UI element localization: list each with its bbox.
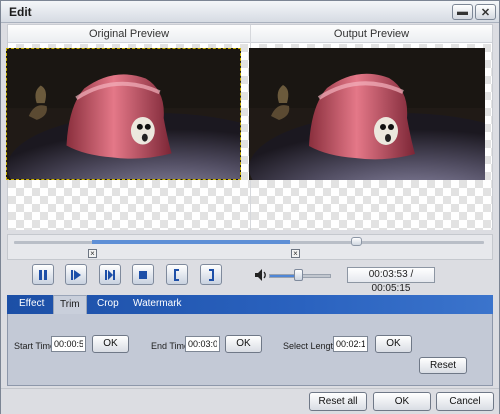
minimize-button[interactable]: ▬	[452, 4, 473, 20]
play-button[interactable]	[65, 264, 87, 285]
time-display: 00:03:53 / 00:05:15	[347, 267, 435, 294]
close-button[interactable]: ✕	[475, 4, 496, 20]
dialog-footer: Reset all OK Cancel	[1, 388, 499, 414]
start-time-ok-button[interactable]: OK	[92, 335, 129, 353]
next-frame-icon	[105, 269, 115, 280]
end-time-ok-button[interactable]: OK	[225, 335, 262, 353]
stop-button[interactable]	[132, 264, 154, 285]
output-frame-image	[249, 48, 485, 180]
end-time-label: End Time	[151, 341, 190, 351]
volume-slider-thumb[interactable]	[294, 269, 303, 281]
window-title: Edit	[9, 5, 32, 19]
original-preview-label: Original Preview	[88, 28, 170, 40]
timeline[interactable]: × ×	[7, 234, 493, 260]
start-time-input[interactable]	[51, 336, 86, 352]
output-preview-label: Output Preview	[333, 28, 410, 40]
tab-crop[interactable]: Crop	[91, 295, 125, 314]
ok-button[interactable]: OK	[373, 392, 431, 411]
select-length-input[interactable]	[333, 336, 368, 352]
right-bracket-icon	[209, 268, 214, 281]
edit-window: Edit ▬ ✕ Original Preview Output Preview	[0, 0, 500, 414]
set-start-button[interactable]	[166, 264, 188, 285]
volume-icon[interactable]	[254, 268, 268, 282]
end-time-input[interactable]	[185, 336, 220, 352]
playhead-handle[interactable]	[351, 237, 362, 246]
trim-panel: Start Time OK End Time OK Select Length …	[7, 314, 493, 386]
reset-button[interactable]: Reset	[419, 357, 467, 374]
stop-icon	[139, 270, 147, 279]
title-bar: Edit ▬ ✕	[1, 1, 499, 23]
tab-effect[interactable]: Effect	[13, 295, 50, 314]
trim-end-marker[interactable]: ×	[291, 249, 300, 258]
set-end-button[interactable]	[200, 264, 222, 285]
reset-all-button[interactable]: Reset all	[309, 392, 367, 411]
left-bracket-icon	[174, 268, 179, 281]
pause-button[interactable]	[32, 264, 54, 285]
select-length-ok-button[interactable]: OK	[375, 335, 412, 353]
edit-tabs: Effect Trim Crop Watermark	[7, 295, 493, 315]
volume-level-fill	[270, 275, 297, 277]
output-video-frame	[249, 48, 485, 180]
tab-watermark[interactable]: Watermark	[127, 295, 188, 314]
original-frame-image	[7, 49, 240, 179]
pause-icon	[39, 269, 47, 280]
original-video-frame[interactable]	[6, 48, 241, 180]
next-frame-button[interactable]	[99, 264, 121, 285]
trim-start-marker[interactable]: ×	[88, 249, 97, 258]
playback-controls: 00:03:53 / 00:05:15	[7, 262, 493, 294]
tab-trim[interactable]: Trim	[53, 295, 87, 315]
play-icon	[71, 269, 81, 280]
trim-selection-range	[92, 240, 290, 244]
select-length-label: Select Length	[283, 341, 339, 351]
start-time-label: Start Time	[14, 341, 56, 351]
cancel-button[interactable]: Cancel	[436, 392, 494, 411]
